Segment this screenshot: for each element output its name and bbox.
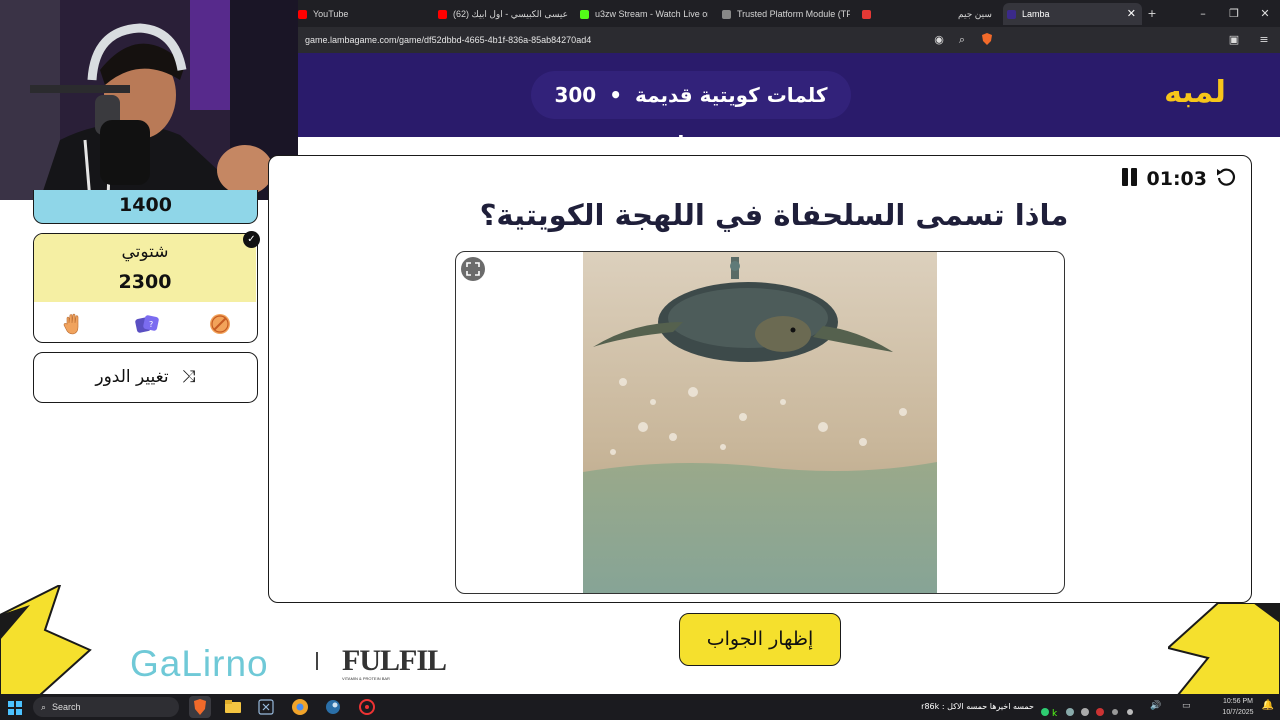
tab-tpm[interactable]: Trusted Platform Module (TPM bbox=[722, 3, 850, 25]
new-tab-button[interactable]: + bbox=[1136, 0, 1168, 27]
youtube-icon bbox=[298, 10, 307, 20]
notification-bell-icon[interactable]: 🔔 bbox=[1262, 700, 1274, 711]
question-card: 01:03 ماذا تسمى السلحفاة في اللهجة الكوي… bbox=[268, 155, 1252, 603]
svg-text:?: ? bbox=[149, 320, 153, 329]
pause-icon[interactable] bbox=[1121, 167, 1139, 191]
youtube-icon bbox=[438, 10, 447, 20]
question-image-frame bbox=[455, 251, 1065, 594]
brave-shield-icon[interactable] bbox=[979, 32, 995, 48]
reset-icon[interactable] bbox=[1215, 166, 1237, 192]
search-icon: ⌕ bbox=[41, 702, 47, 712]
tab-youtube[interactable]: YouTube bbox=[298, 3, 428, 25]
active-team-check-icon: ✓ bbox=[243, 231, 260, 248]
switch-turn-label: تغيير الدور bbox=[95, 367, 169, 387]
folder-taskbar-icon[interactable] bbox=[222, 696, 244, 718]
windows-taskbar: ⌕ Search حمسه اخيرها حمسه الاكل : r86k k … bbox=[0, 694, 1280, 720]
lightning-decoration-left bbox=[0, 585, 92, 695]
sponsor-fulfil-logo: FULFIL bbox=[342, 644, 447, 677]
current-team-card: شتوتي 2300 ? bbox=[33, 233, 258, 343]
chrome-taskbar-icon[interactable] bbox=[289, 696, 311, 718]
svg-text:k: k bbox=[1052, 709, 1058, 717]
sponsor-fulfil-tagline: VITAMIN & PROTEIN BAR bbox=[342, 676, 390, 681]
timer-controls: 01:03 bbox=[1121, 166, 1237, 192]
category-name: كلمات كويتية قديمة bbox=[634, 83, 828, 107]
game-icon bbox=[862, 10, 871, 20]
tray-network-icon[interactable]: ▭ bbox=[1182, 701, 1191, 711]
menu-icon[interactable]: ≡ bbox=[1256, 32, 1272, 48]
separator: • bbox=[609, 83, 622, 107]
maximize-button[interactable]: ❐ bbox=[1218, 0, 1250, 27]
lamba-logo: لمبه bbox=[1164, 75, 1226, 110]
dice-icon[interactable]: ? bbox=[133, 312, 161, 338]
reveal-answer-button[interactable]: إظهار الجواب bbox=[679, 613, 841, 666]
sidebar-icon[interactable]: ▣ bbox=[1226, 32, 1242, 48]
team-name: شتوتي bbox=[121, 242, 169, 262]
system-tray-icons[interactable]: k bbox=[1040, 702, 1140, 719]
tab-kick-stream[interactable]: u3zw Stream - Watch Live on K bbox=[580, 3, 708, 25]
minimize-button[interactable]: – bbox=[1187, 0, 1219, 27]
tab-youtube-song[interactable]: (62) عيسى الكبيسي - اول ابيك - bbox=[438, 3, 570, 25]
sponsor-divider bbox=[316, 652, 318, 670]
zoom-icon[interactable]: ⌕ bbox=[954, 32, 970, 48]
switch-turn-button[interactable]: تغيير الدور ⤨ bbox=[33, 352, 258, 403]
sponsor-galirno-logo: GaLirno bbox=[130, 643, 269, 684]
clock-date: 10/7/2025 bbox=[1222, 709, 1254, 716]
kick-icon bbox=[580, 10, 589, 20]
close-window-button[interactable]: ✕ bbox=[1249, 0, 1280, 27]
tab-game[interactable] bbox=[862, 3, 882, 25]
taskbar-clock[interactable]: 10:56 PM 10/7/2025 bbox=[1218, 696, 1258, 718]
page-icon bbox=[722, 10, 731, 20]
expand-image-button[interactable] bbox=[461, 257, 485, 281]
tab-lamba[interactable]: Lamba ✕ bbox=[1003, 3, 1142, 25]
category-pill: كلمات كويتية قديمة • 300 نقطة bbox=[531, 71, 851, 155]
no-answer-icon[interactable] bbox=[206, 312, 234, 338]
lamba-icon bbox=[1007, 10, 1016, 20]
eye-slash-icon[interactable]: ◉ bbox=[931, 32, 947, 48]
brave-taskbar-icon[interactable] bbox=[189, 696, 211, 718]
clock-time: 10:56 PM bbox=[1223, 698, 1253, 705]
obs-taskbar-icon[interactable] bbox=[356, 696, 378, 718]
taskbar-search[interactable]: ⌕ Search bbox=[33, 697, 179, 717]
previous-team-score: 1400 bbox=[33, 190, 258, 224]
windows-start-icon[interactable] bbox=[8, 700, 22, 719]
raised-hand-icon[interactable] bbox=[59, 312, 87, 338]
shuffle-icon: ⤨ bbox=[182, 367, 196, 387]
timer-display: 01:03 bbox=[1146, 168, 1207, 190]
stream-ticker: حمسه اخيرها حمسه الاكل : r86k bbox=[921, 702, 1034, 711]
tray-speaker-icon[interactable]: 🔊 bbox=[1150, 701, 1161, 711]
url-field[interactable]: game.lambagame.com/game/df52dbbd-4665-4b… bbox=[305, 27, 591, 53]
streamer-webcam bbox=[0, 0, 298, 200]
team-score: 2300 bbox=[118, 271, 172, 293]
lightning-decoration-right bbox=[1168, 603, 1280, 695]
question-image bbox=[583, 252, 937, 593]
steam-taskbar-icon[interactable] bbox=[322, 696, 344, 718]
close-icon[interactable]: ✕ bbox=[1127, 3, 1136, 25]
tab-seen-jeem[interactable]: سين جيم bbox=[958, 3, 998, 25]
question-text: ماذا تسمى السلحفاة في اللهجة الكويتية؟ bbox=[479, 198, 1069, 232]
excel-taskbar-icon[interactable] bbox=[255, 696, 277, 718]
